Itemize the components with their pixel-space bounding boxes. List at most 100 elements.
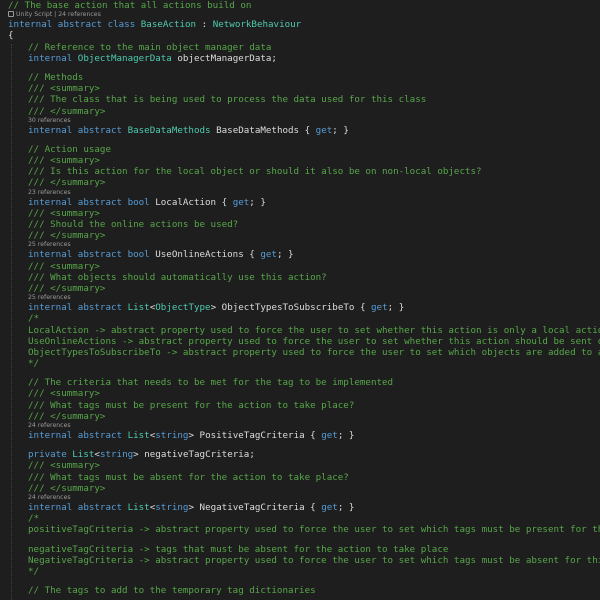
code-line: /// <summary> <box>0 388 600 399</box>
code-line: UseOnlineActions -> abstract property us… <box>0 336 600 347</box>
code-line: */ <box>0 358 600 369</box>
plain-token: BaseDataMethods { <box>210 124 316 136</box>
comment-token: */ <box>28 358 40 370</box>
code-line: positiveTagCriteria -> abstract property… <box>0 524 600 535</box>
code-line: /// What tags must be present for the ac… <box>0 400 600 411</box>
comment-token: // Action usage <box>28 143 111 155</box>
code-line: /* <box>0 313 600 324</box>
plain-token: objectManagerData; <box>171 52 277 64</box>
code-line: /// </summary> <box>0 411 600 422</box>
keyword-token: string <box>99 449 134 461</box>
code-editor[interactable]: // The base action that all actions buil… <box>0 0 600 600</box>
codelens-references[interactable]: 24 references <box>0 422 600 430</box>
comment-token: // Reference to the main object manager … <box>28 41 272 53</box>
codelens-text: 25 references <box>28 241 71 249</box>
keyword-token: string <box>155 430 189 441</box>
keyword-token: internal <box>28 52 78 64</box>
code-line: /// </summary> <box>0 177 600 188</box>
code-line: /// </summary> <box>0 230 600 241</box>
comment-token: /// The class that is being used to proc… <box>28 94 427 106</box>
code-line: // The criteria that needs to be met for… <box>0 377 600 388</box>
comment-token: /// </summary> <box>28 482 106 494</box>
code-line: /// <summary> <box>0 208 600 219</box>
code-line: internal abstract List<ObjectType> Objec… <box>0 302 600 313</box>
code-line: ObjectTypesToSubscribeTo -> abstract pro… <box>0 347 600 358</box>
code-line: /// Is this action for the local object … <box>0 166 600 177</box>
keyword-token: internal abstract <box>28 430 128 441</box>
codelens-references[interactable]: 25 references <box>0 241 600 249</box>
code-line: /// The class that is being used to proc… <box>0 94 600 105</box>
code-line: /// Should the online actions be used? <box>0 219 600 230</box>
code-lines[interactable]: // The base action that all actions buil… <box>0 0 600 596</box>
code-line: /// What tags must be absent for the act… <box>0 472 600 483</box>
comment-token: /// Should the online actions be used? <box>28 219 239 230</box>
plain-token: UseOnlineActions { <box>155 249 261 261</box>
code-line: // Action usage <box>0 144 600 155</box>
comment-token: /// <summary> <box>28 460 100 472</box>
code-line: */ <box>0 566 600 577</box>
code-line: internal ObjectManagerData objectManager… <box>0 53 600 64</box>
code-line: internal abstract class BaseAction : Net… <box>0 19 600 30</box>
keyword-token: get <box>232 196 250 208</box>
codelens-text: Unity Script | 24 references <box>16 11 101 19</box>
comment-token: /// What tags must be absent for the act… <box>28 471 349 483</box>
comment-token: /// </summary> <box>28 105 106 117</box>
code-line: LocalAction -> abstract property used to… <box>0 325 600 336</box>
type-token: ObjectManagerData <box>77 52 172 64</box>
keyword-token: get <box>260 249 277 261</box>
plain-token: ; } <box>249 196 266 208</box>
plain-token: ; } <box>276 249 294 261</box>
comment-token: // The tags to add to the temporary tag … <box>28 585 316 597</box>
code-line: /// <summary> <box>0 83 600 94</box>
codelens-text: 23 references <box>28 188 71 196</box>
codelens-references[interactable]: Unity Script | 24 references <box>0 11 600 19</box>
comment-token: // The criteria that needs to be met for… <box>28 377 394 389</box>
plain-token: > negativeTagCriteria; <box>133 449 255 461</box>
comment-token: /// </summary> <box>28 282 106 294</box>
codelens-text: 25 references <box>28 294 71 302</box>
codelens-text: 24 references <box>28 422 71 429</box>
comment-token: /// <summary> <box>28 155 100 167</box>
code-line: /// </summary> <box>0 483 600 494</box>
type-token: ObjectType <box>155 302 211 314</box>
keyword-token: get <box>371 302 388 314</box>
code-line: /* <box>0 513 600 524</box>
codelens-references[interactable]: 24 references <box>0 494 600 502</box>
codelens-references[interactable]: 23 references <box>0 189 600 197</box>
comment-token: /// <summary> <box>28 83 100 95</box>
type-token: List <box>72 449 95 461</box>
type-token: BaseDataMethods <box>127 124 211 136</box>
keyword-token: get <box>315 124 333 136</box>
codelens-references[interactable]: 25 references <box>0 294 600 302</box>
keyword-token: internal abstract <box>28 124 128 136</box>
code-line: /// <summary> <box>0 261 600 272</box>
comment-token: /* <box>28 313 40 325</box>
comment-token: UseOnlineActions -> abstract property us… <box>28 335 600 347</box>
comment-token: ObjectTypesToSubscribeTo -> abstract pro… <box>28 346 600 358</box>
type-token: NetworkBehaviour <box>212 19 302 31</box>
keyword-token: internal abstract bool <box>28 196 156 208</box>
comment-token: /* <box>28 513 40 525</box>
plain-token: ; } <box>337 501 355 513</box>
code-line: /// </summary> <box>0 283 600 294</box>
codelens-references[interactable]: 30 references <box>0 117 600 125</box>
code-line: // Methods <box>0 72 600 83</box>
comment-token: */ <box>28 565 40 577</box>
code-line: /// </summary> <box>0 106 600 117</box>
code-line: negativeTagCriteria -> tags that must be… <box>0 544 600 555</box>
code-line: internal abstract List<string> NegativeT… <box>0 502 600 513</box>
keyword-token: internal abstract bool <box>28 249 156 261</box>
plain-token: ; } <box>337 430 355 441</box>
code-line: /// What objects should automatically us… <box>0 272 600 283</box>
unity-script-icon <box>8 11 14 18</box>
code-line: // The tags to add to the temporary tag … <box>0 585 600 596</box>
comment-token: /// Is this action for the local object … <box>28 166 482 178</box>
comment-token: /// </summary> <box>28 177 106 189</box>
comment-token: /// </summary> <box>28 410 106 422</box>
type-token: BaseAction <box>140 19 197 31</box>
